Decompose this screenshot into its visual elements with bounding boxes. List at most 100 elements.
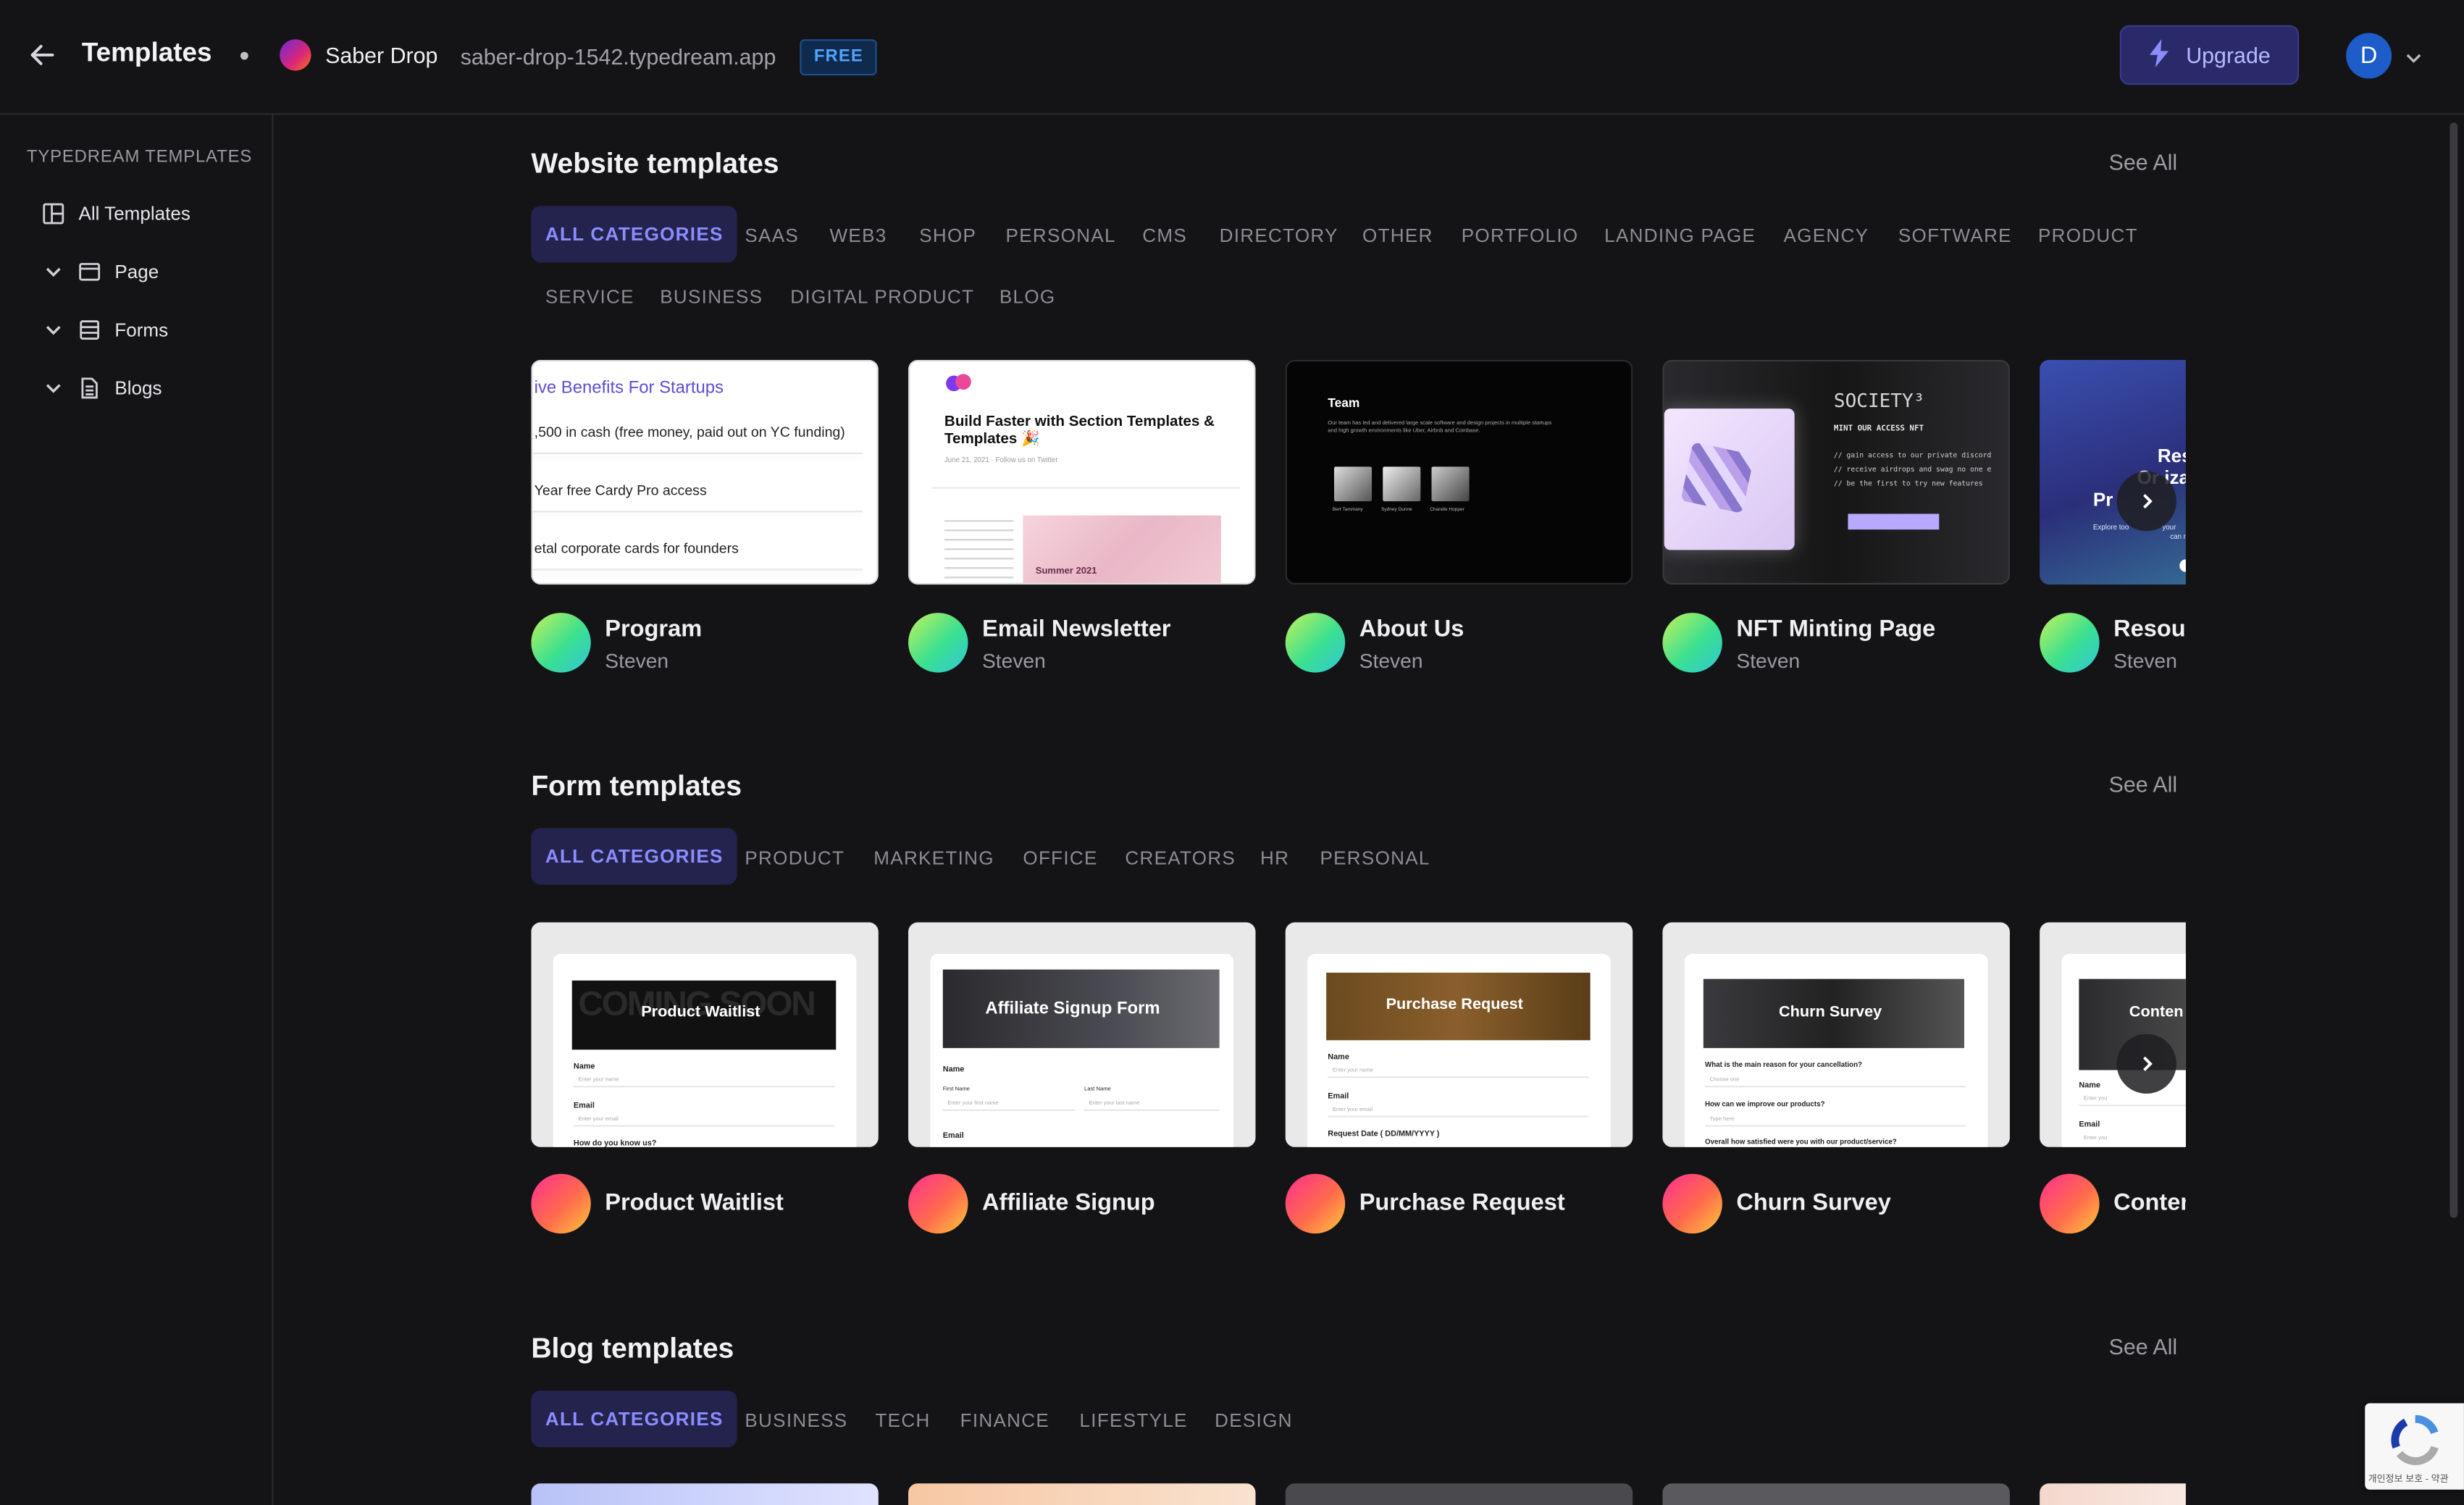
tab-all-categories[interactable]: ALL CATEGORIES [531,206,738,263]
template-thumbnail[interactable] [2040,1483,2186,1505]
tab-product[interactable]: PRODUCT [745,847,845,868]
thumb-text: Build Faster with Section Templates & Te… [944,413,1215,448]
tab-personal[interactable]: PERSONAL [1320,847,1430,868]
author-avatar [1285,613,1346,673]
template-name[interactable]: About Us [1359,616,1464,642]
blog-see-all-link[interactable]: See All [2109,1334,2178,1359]
tab-portfolio[interactable]: PORTFOLIO [1462,225,1579,246]
tab-saas[interactable]: SAAS [745,225,799,246]
template-thumbnail[interactable]: ive Benefits For Startups ,500 in cash (… [531,359,879,585]
tab-service[interactable]: SERVICE [545,286,634,308]
recaptcha-badge[interactable]: 개인정보 보호 - 약관 [2365,1403,2464,1490]
tab-all-categories[interactable]: ALL CATEGORIES [531,828,738,885]
template-thumbnail[interactable]: Purchase Request Name Enter your name Em… [1285,922,1633,1147]
template-thumbnail[interactable]: Team Our team has led and delivered larg… [1285,359,1633,585]
tab-directory[interactable]: DIRECTORY [1220,225,1338,246]
tab-product[interactable]: PRODUCT [2038,225,2138,246]
template-thumbnail[interactable]: Resour Or iza Pr Explore too your can ma [2040,359,2186,585]
forms-see-all-link[interactable]: See All [2109,771,2178,797]
template-name[interactable]: Conter [2113,1189,2186,1216]
tab-cms[interactable]: CMS [1142,225,1187,246]
form-templates-title: Form templates [531,770,742,802]
template-name[interactable]: Product Waitlist [605,1189,784,1216]
tab-finance[interactable]: FINANCE [960,1409,1049,1431]
template-name[interactable]: NFT Minting Page [1736,616,1935,642]
carousel-next-button[interactable] [2116,1034,2176,1094]
template-name[interactable]: Email Newsletter [982,616,1170,642]
thumb-text: Email [2079,1120,2100,1130]
tab-marketing[interactable]: MARKETING [873,847,994,868]
chevron-down-icon[interactable] [44,379,63,398]
tab-tech[interactable]: TECH [875,1409,930,1431]
tab-design[interactable]: DESIGN [1215,1409,1293,1431]
tab-other[interactable]: OTHER [1362,225,1433,246]
author-avatar [531,613,591,673]
sidebar-item-page[interactable]: Page [44,261,159,283]
site-name[interactable]: Saber Drop [325,43,437,68]
thumb-text: Enter your name [1332,1067,1373,1073]
sidebar-item-label: Blogs [114,377,162,400]
tab-all-categories[interactable]: ALL CATEGORIES [531,1391,738,1448]
template-thumbnail[interactable]: Build Faster with Section Templates & Te… [908,359,1256,585]
tab-business[interactable]: BUSINESS [660,286,763,308]
sidebar-item-all-templates[interactable]: All Templates [43,203,190,225]
template-name[interactable]: Affiliate Signup [982,1189,1155,1216]
thumb-text: Choose one [1709,1076,1740,1083]
template-thumbnail[interactable]: COMING SOON Product Waitlist Name Enter … [531,922,879,1147]
carousel-next-button[interactable] [2116,471,2176,532]
website-see-all-link[interactable]: See All [2109,149,2178,175]
page-scrollbar[interactable] [2450,122,2458,1218]
tab-shop[interactable]: SHOP [919,225,976,246]
sidebar-item-forms[interactable]: Forms [44,319,168,341]
template-name[interactable]: Resour [2113,616,2186,642]
thumb-text: Year free Cardy Pro access [534,482,707,498]
chevron-down-icon[interactable] [2404,47,2423,66]
template-thumbnail[interactable] [1285,1483,1633,1505]
template-thumbnail[interactable]: SOCIETY³ MINT OUR ACCESS NFT // gain acc… [1662,359,2010,585]
thumb-text: // be the first to try new features [1833,480,1983,489]
tab-office[interactable]: OFFICE [1023,847,1097,868]
thumb-text: ive Benefits For Startups [534,378,724,398]
template-thumbnail[interactable] [531,1483,879,1505]
template-thumbnail[interactable]: Churn Survey What is the main reason for… [1662,922,2010,1147]
tab-digital-product[interactable]: DIGITAL PRODUCT [790,286,974,308]
back-arrow-icon[interactable] [25,38,60,72]
site-url[interactable]: saber-drop-1542.typedream.app [461,44,776,70]
tab-business[interactable]: BUSINESS [745,1409,847,1431]
tab-personal[interactable]: PERSONAL [1006,225,1116,246]
template-name[interactable]: Purchase Request [1359,1189,1565,1216]
tab-web3[interactable]: WEB3 [830,225,887,246]
chevron-down-icon[interactable] [44,321,63,340]
template-thumbnail[interactable] [908,1483,1256,1505]
author-avatar [1285,1173,1346,1234]
thumb-text: Type here [1709,1115,1735,1123]
site-avatar[interactable] [280,39,311,71]
template-author: Steven [982,649,1046,673]
tab-creators[interactable]: CREATORS [1125,847,1236,868]
user-avatar[interactable]: D [2346,33,2392,79]
tab-lifestyle[interactable]: LIFESTYLE [1080,1409,1188,1431]
tab-landing-page[interactable]: LANDING PAGE [1604,225,1756,246]
template-thumbnail[interactable]: Affiliate Signup Form Name First Name La… [908,922,1256,1147]
author-avatar [1662,1173,1722,1234]
template-thumbnail[interactable] [1662,1483,2010,1505]
tab-hr[interactable]: HR [1260,847,1289,868]
tab-agency[interactable]: AGENCY [1783,225,1869,246]
template-name[interactable]: Program [605,616,702,642]
thumb-text: Enter your last name [1089,1099,1140,1107]
template-author: Steven [605,649,669,673]
template-name[interactable]: Churn Survey [1736,1189,1890,1216]
tab-software[interactable]: SOFTWARE [1898,225,2012,246]
recaptcha-icon [2391,1414,2439,1465]
form-cards-row: COMING SOON Product Waitlist Name Enter … [531,922,2186,1237]
thumb-text: SOCIETY³ [1833,390,1925,412]
chevron-down-icon[interactable] [44,262,63,281]
template-thumbnail[interactable]: Conten Req Name Enter you Email Enter yo… [2040,922,2186,1147]
sidebar-item-blogs[interactable]: Blogs [44,377,162,399]
browser-window-icon [78,261,101,282]
thumb-text: Request Date ( DD/MM/YYYY ) [1328,1129,1440,1139]
recaptcha-text[interactable]: 개인정보 보호 - 약관 [2368,1471,2449,1485]
thumb-text: Conten Req [2129,1004,2186,1022]
tab-blog[interactable]: BLOG [1000,286,1056,308]
upgrade-button[interactable]: Upgrade [2119,25,2300,85]
